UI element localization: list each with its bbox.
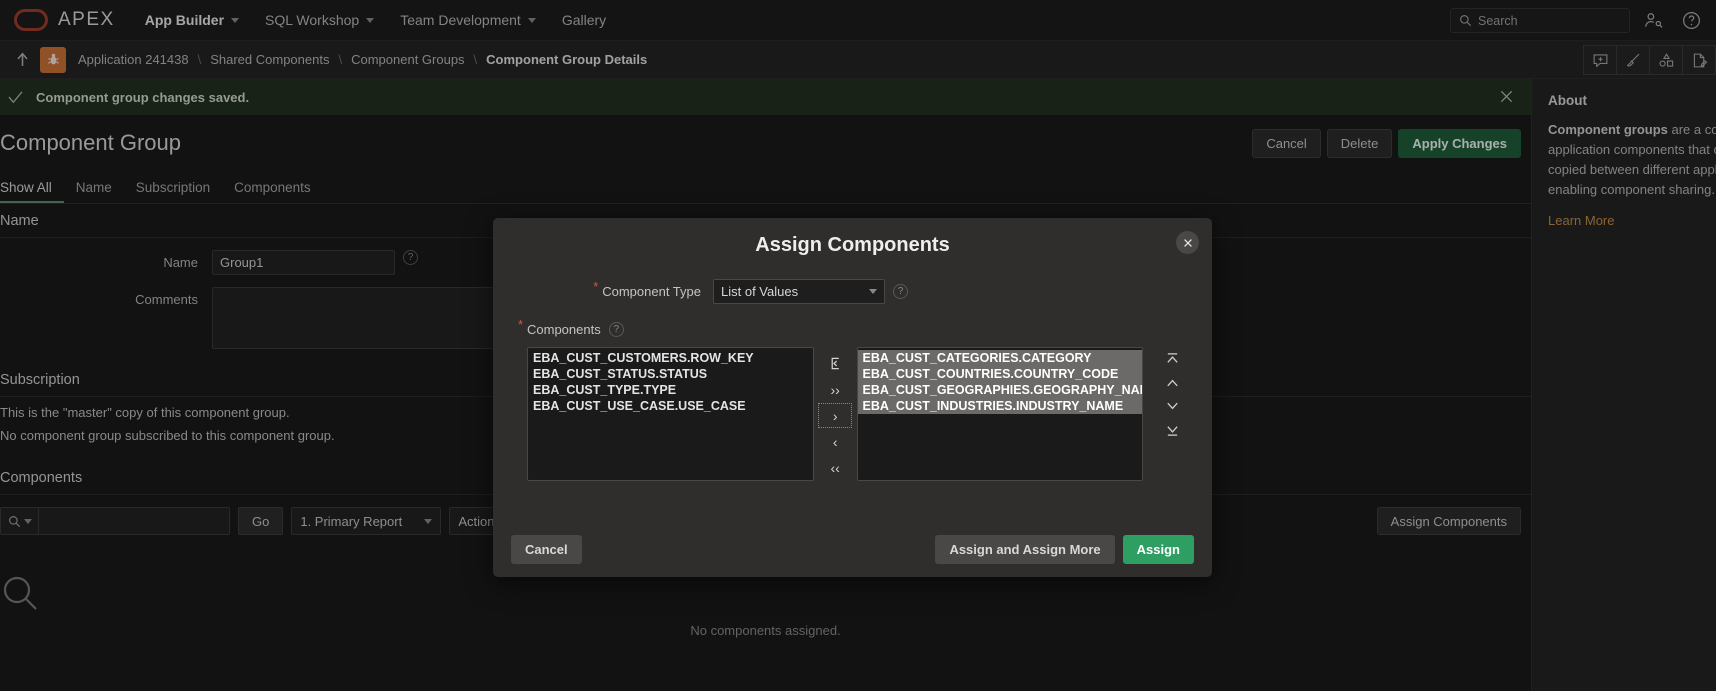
- close-icon[interactable]: [1176, 231, 1199, 254]
- move-left-icon[interactable]: ‹: [818, 429, 852, 454]
- dialog-primary-actions: Assign and Assign More Assign: [935, 534, 1194, 564]
- move-all-left-icon[interactable]: ‹‹: [818, 455, 852, 480]
- list-item[interactable]: EBA_CUST_TYPE.TYPE: [528, 382, 813, 398]
- chevron-down-icon: [869, 289, 877, 294]
- components-label: * Components: [518, 317, 601, 337]
- help-circle-icon[interactable]: ?: [893, 284, 908, 299]
- component-type-value: List of Values: [721, 284, 799, 299]
- list-item[interactable]: EBA_CUST_USE_CASE.USE_CASE: [528, 398, 813, 414]
- help-circle-icon[interactable]: ?: [608, 322, 624, 337]
- components-label-text: Components: [527, 322, 601, 337]
- dialog-cancel-button[interactable]: Cancel: [511, 534, 582, 564]
- move-to-bottom-icon[interactable]: [1164, 423, 1181, 437]
- list-item[interactable]: EBA_CUST_CATEGORIES.CATEGORY: [857, 350, 1143, 366]
- list-item[interactable]: EBA_CUST_STATUS.STATUS: [528, 366, 813, 382]
- component-type-row: * Component Type List of Values ?: [511, 279, 1194, 304]
- move-all-right-icon[interactable]: ››: [818, 377, 852, 402]
- assign-and-assign-more-button[interactable]: Assign and Assign More: [935, 534, 1115, 564]
- components-label-row: * Components ?: [518, 317, 1194, 337]
- available-components-listbox[interactable]: EBA_CUST_CUSTOMERS.ROW_KEY EBA_CUST_STAT…: [527, 347, 814, 481]
- list-item[interactable]: EBA_CUST_INDUSTRIES.INDUSTRY_NAME: [857, 398, 1143, 414]
- list-item[interactable]: EBA_CUST_CUSTOMERS.ROW_KEY: [528, 350, 813, 366]
- component-type-label: * Component Type: [511, 279, 713, 299]
- list-item[interactable]: EBA_CUST_COUNTRIES.COUNTRY_CODE: [857, 366, 1143, 382]
- move-right-icon[interactable]: ›: [818, 403, 853, 428]
- assign-components-dialog: Assign Components * Component Type List …: [493, 218, 1212, 577]
- required-indicator: *: [593, 279, 599, 294]
- shuttle-controls: ›› › ‹ ‹‹: [814, 347, 857, 480]
- assign-button[interactable]: Assign: [1122, 534, 1194, 564]
- list-item[interactable]: EBA_CUST_GEOGRAPHIES.GEOGRAPHY_NAME: [857, 382, 1142, 398]
- dialog-footer: Cancel Assign and Assign More Assign: [493, 521, 1212, 577]
- assigned-components-listbox[interactable]: EBA_CUST_CATEGORIES.CATEGORY EBA_CUST_CO…: [856, 347, 1144, 481]
- move-down-icon[interactable]: [1164, 400, 1181, 412]
- component-type-label-text: Component Type: [602, 284, 701, 299]
- app-root: APEX App Builder SQL Workshop Team Devel…: [0, 0, 1716, 691]
- component-type-select[interactable]: List of Values: [713, 279, 885, 304]
- reset-icon[interactable]: [818, 351, 852, 376]
- dialog-title: Assign Components: [755, 234, 950, 256]
- move-up-icon[interactable]: [1164, 377, 1181, 389]
- required-indicator: *: [518, 317, 524, 332]
- dialog-body: * Component Type List of Values ? * Comp…: [493, 269, 1212, 521]
- sort-controls: [1151, 347, 1194, 437]
- move-to-top-icon[interactable]: [1164, 352, 1181, 366]
- components-shuttle: EBA_CUST_CUSTOMERS.ROW_KEY EBA_CUST_STAT…: [527, 347, 1194, 481]
